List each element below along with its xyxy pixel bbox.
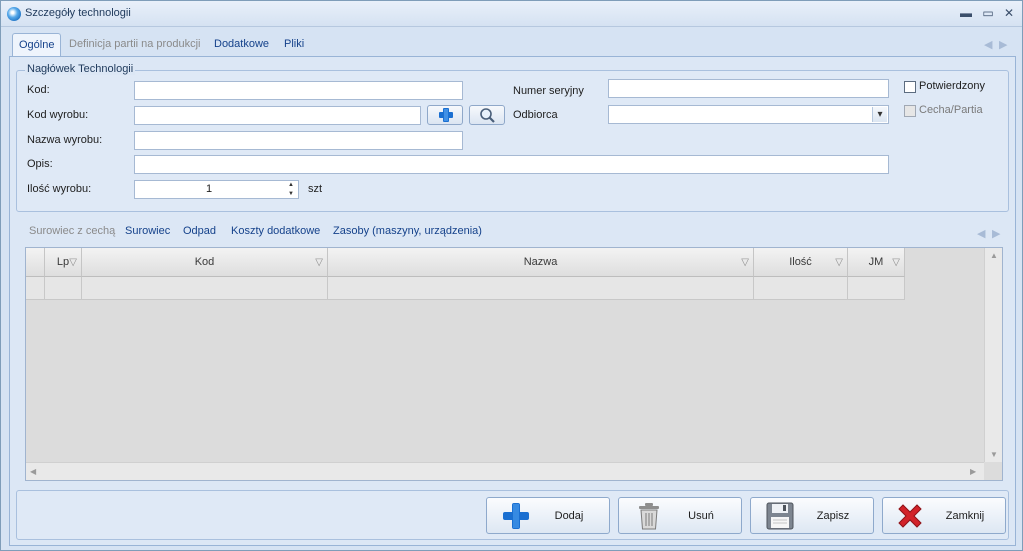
new-row-cell-ilosc[interactable]	[754, 277, 848, 300]
details-window: Szczegóły technologii ▬ ▭ ✕ Ogólne Defin…	[0, 0, 1023, 551]
delete-button-label: Usuń	[688, 510, 714, 522]
cecha-partia-checkbox[interactable]	[904, 105, 916, 117]
vertical-scrollbar[interactable]: ▲ ▼	[984, 248, 1002, 462]
tab-surowiec-z-cecha[interactable]: Surowiec z cechą	[29, 225, 115, 237]
window-title: Szczegóły technologii	[25, 7, 131, 19]
save-button[interactable]: Zapisz	[750, 497, 874, 534]
kod-wyrobu-label: Kod wyrobu:	[27, 109, 89, 121]
ilosc-unit: szt	[308, 183, 323, 195]
title-bar: Szczegóły technologii ▬ ▭ ✕	[1, 1, 1022, 27]
odbiorca-label: Odbiorca	[513, 109, 558, 121]
column-header-kod[interactable]: Kod ▽	[82, 248, 328, 277]
tab-dodatkowe[interactable]: Dodatkowe	[208, 33, 275, 57]
delete-button[interactable]: Usuń	[618, 497, 742, 534]
tab-surowiec[interactable]: Surowiec	[125, 225, 170, 237]
nazwa-wyrobu-input[interactable]	[135, 132, 462, 149]
tab-zasoby[interactable]: Zasoby (maszyny, urządzenia)	[333, 225, 482, 237]
main-tabs: Ogólne Definicja partii na produkcji Dod…	[9, 31, 1016, 57]
new-row-cell-nazwa[interactable]	[328, 277, 754, 300]
numer-seryjny-label: Numer seryjny	[513, 85, 584, 97]
filter-icon[interactable]: ▽	[69, 248, 77, 277]
detail-tabs: Surowiec z cechą Surowiec Odpad Koszty d…	[16, 221, 1009, 243]
opis-field[interactable]	[134, 155, 889, 174]
tab-page-ogolne: Nagłówek Technologii Kod: Kod wyrobu: Na…	[9, 56, 1016, 546]
app-icon	[7, 7, 21, 21]
add-button[interactable]: Dodaj	[486, 497, 610, 534]
potwierdzony-checkbox[interactable]	[904, 81, 916, 93]
subtab-scroll-left-icon[interactable]: ◀	[977, 227, 985, 240]
close-button[interactable]: Zamknij	[882, 497, 1006, 534]
column-header-ilosc[interactable]: Ilość ▽	[754, 248, 848, 277]
column-header-jm[interactable]: JM ▽	[848, 248, 905, 277]
column-header-nazwa[interactable]: Nazwa ▽	[328, 248, 754, 277]
search-product-button[interactable]	[469, 105, 505, 125]
plus-icon	[439, 108, 453, 122]
tab-ogolne[interactable]: Ogólne	[12, 33, 62, 57]
filter-icon[interactable]: ▽	[892, 248, 900, 277]
tab-scroll-left-icon[interactable]: ◀	[984, 38, 992, 51]
save-button-label: Zapisz	[816, 510, 850, 522]
scroll-left-icon[interactable]: ◀	[30, 467, 36, 476]
odbiorca-select[interactable]: ▾	[608, 105, 889, 124]
chevron-down-icon[interactable]: ▾	[872, 107, 887, 122]
add-product-button[interactable]	[427, 105, 463, 125]
kod-wyrobu-field[interactable]	[134, 106, 421, 125]
new-row-indicator[interactable]	[26, 277, 45, 300]
spin-down-icon[interactable]: ▼	[284, 190, 298, 199]
add-button-label: Dodaj	[554, 510, 584, 522]
ilosc-stepper[interactable]: 1 ▲ ▼	[134, 180, 299, 199]
filter-icon[interactable]: ▽	[741, 248, 749, 277]
grid-indicator-header	[26, 248, 45, 277]
plus-icon	[503, 503, 529, 529]
subtab-scroll-right-icon[interactable]: ▶	[992, 227, 1000, 240]
opis-input[interactable]	[135, 156, 888, 173]
header-group: Nagłówek Technologii Kod: Kod wyrobu: Na…	[16, 63, 1009, 212]
new-row-cell-kod[interactable]	[82, 277, 328, 300]
column-header-lp[interactable]: Lp ▽	[45, 248, 82, 277]
filter-icon[interactable]: ▽	[315, 248, 323, 277]
action-bar: Dodaj Usuń Zapisz Zamknij	[16, 490, 1009, 540]
nazwa-wyrobu-field[interactable]	[134, 131, 463, 150]
header-group-title: Nagłówek Technologii	[25, 63, 136, 75]
tab-koszty-dodatkowe[interactable]: Koszty dodatkowe	[231, 225, 320, 237]
new-row-cell-jm[interactable]	[848, 277, 905, 300]
spin-up-icon[interactable]: ▲	[284, 181, 298, 190]
horizontal-scrollbar[interactable]: ◀ ▶	[26, 462, 984, 480]
kod-wyrobu-input[interactable]	[135, 107, 420, 124]
trash-icon	[639, 503, 659, 530]
new-row-cell-lp[interactable]	[45, 277, 82, 300]
scroll-up-icon[interactable]: ▲	[990, 251, 998, 260]
ilosc-value: 1	[205, 183, 213, 195]
tab-pliki[interactable]: Pliki	[278, 33, 310, 57]
kod-input[interactable]	[135, 82, 462, 99]
floppy-icon	[766, 502, 794, 530]
magnifier-icon	[480, 108, 495, 123]
numer-seryjny-field[interactable]	[608, 79, 889, 98]
scroll-down-icon[interactable]: ▼	[990, 450, 998, 459]
kod-field[interactable]	[134, 81, 463, 100]
numer-seryjny-input[interactable]	[609, 80, 888, 97]
kod-label: Kod:	[27, 84, 50, 96]
red-x-icon	[898, 504, 922, 528]
cecha-partia-label: Cecha/Partia	[919, 104, 983, 116]
ilosc-label: Ilość wyrobu:	[27, 183, 92, 195]
tab-definicja-partii[interactable]: Definicja partii na produkcji	[63, 33, 206, 57]
filter-icon[interactable]: ▽	[835, 248, 843, 277]
items-grid[interactable]: Lp ▽ Kod ▽ Nazwa ▽ Ilość ▽ JM ▽ ▲ ▼ ◀ ▶	[25, 247, 1003, 481]
maximize-button[interactable]: ▭	[979, 6, 997, 20]
minimize-button[interactable]: ▬	[957, 6, 975, 20]
close-window-button[interactable]: ✕	[1000, 6, 1018, 20]
close-button-label: Zamknij	[945, 510, 985, 522]
tab-odpad[interactable]: Odpad	[183, 225, 216, 237]
tab-scroll-right-icon[interactable]: ▶	[999, 38, 1007, 51]
opis-label: Opis:	[27, 158, 53, 170]
nazwa-wyrobu-label: Nazwa wyrobu:	[27, 134, 103, 146]
potwierdzony-label: Potwierdzony	[919, 80, 986, 92]
scroll-right-icon[interactable]: ▶	[970, 467, 976, 476]
